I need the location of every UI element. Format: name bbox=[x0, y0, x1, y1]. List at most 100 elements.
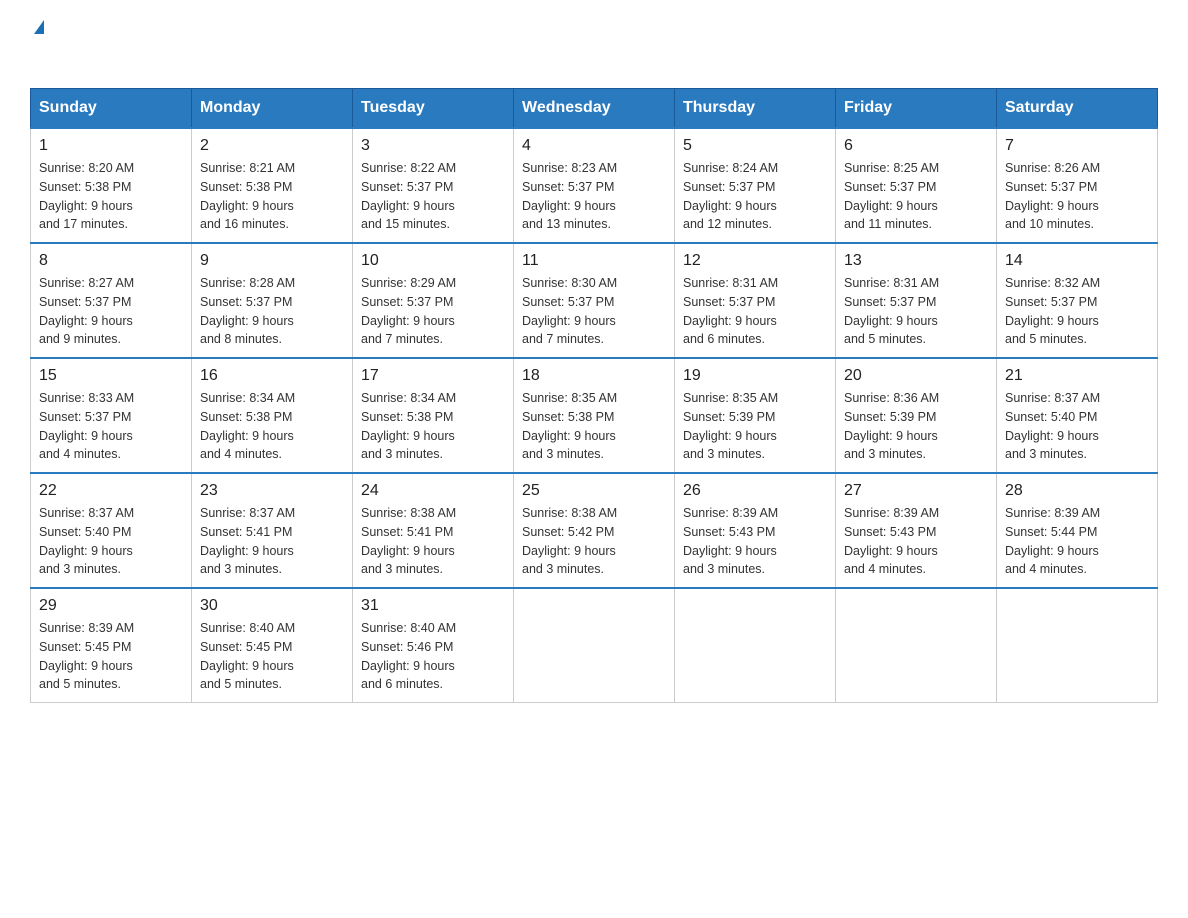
week-row-3: 15 Sunrise: 8:33 AMSunset: 5:37 PMDaylig… bbox=[31, 358, 1158, 473]
day-number: 9 bbox=[200, 252, 344, 270]
week-row-2: 8 Sunrise: 8:27 AMSunset: 5:37 PMDayligh… bbox=[31, 243, 1158, 358]
calendar-header-row: SundayMondayTuesdayWednesdayThursdayFrid… bbox=[31, 89, 1158, 129]
calendar-cell: 2 Sunrise: 8:21 AMSunset: 5:38 PMDayligh… bbox=[192, 128, 353, 243]
col-header-sunday: Sunday bbox=[31, 89, 192, 129]
col-header-wednesday: Wednesday bbox=[514, 89, 675, 129]
calendar-cell: 4 Sunrise: 8:23 AMSunset: 5:37 PMDayligh… bbox=[514, 128, 675, 243]
day-number: 10 bbox=[361, 252, 505, 270]
calendar-cell: 26 Sunrise: 8:39 AMSunset: 5:43 PMDaylig… bbox=[675, 473, 836, 588]
calendar-cell bbox=[836, 588, 997, 703]
day-number: 15 bbox=[39, 367, 183, 385]
day-number: 3 bbox=[361, 137, 505, 155]
day-info: Sunrise: 8:39 AMSunset: 5:43 PMDaylight:… bbox=[683, 506, 778, 576]
calendar-cell: 7 Sunrise: 8:26 AMSunset: 5:37 PMDayligh… bbox=[997, 128, 1158, 243]
day-number: 31 bbox=[361, 597, 505, 615]
col-header-thursday: Thursday bbox=[675, 89, 836, 129]
calendar-cell: 15 Sunrise: 8:33 AMSunset: 5:37 PMDaylig… bbox=[31, 358, 192, 473]
day-info: Sunrise: 8:29 AMSunset: 5:37 PMDaylight:… bbox=[361, 276, 456, 346]
day-number: 13 bbox=[844, 252, 988, 270]
calendar-cell: 25 Sunrise: 8:38 AMSunset: 5:42 PMDaylig… bbox=[514, 473, 675, 588]
day-number: 24 bbox=[361, 482, 505, 500]
day-info: Sunrise: 8:26 AMSunset: 5:37 PMDaylight:… bbox=[1005, 161, 1100, 231]
calendar-cell bbox=[997, 588, 1158, 703]
day-number: 11 bbox=[522, 252, 666, 270]
day-number: 7 bbox=[1005, 137, 1149, 155]
col-header-monday: Monday bbox=[192, 89, 353, 129]
day-number: 27 bbox=[844, 482, 988, 500]
logo-blue-text bbox=[30, 36, 32, 67]
day-info: Sunrise: 8:21 AMSunset: 5:38 PMDaylight:… bbox=[200, 161, 295, 231]
day-info: Sunrise: 8:38 AMSunset: 5:42 PMDaylight:… bbox=[522, 506, 617, 576]
calendar-cell bbox=[514, 588, 675, 703]
day-info: Sunrise: 8:24 AMSunset: 5:37 PMDaylight:… bbox=[683, 161, 778, 231]
day-info: Sunrise: 8:30 AMSunset: 5:37 PMDaylight:… bbox=[522, 276, 617, 346]
day-number: 12 bbox=[683, 252, 827, 270]
logo-line1 bbox=[30, 20, 44, 36]
calendar-cell: 10 Sunrise: 8:29 AMSunset: 5:37 PMDaylig… bbox=[353, 243, 514, 358]
day-number: 4 bbox=[522, 137, 666, 155]
day-info: Sunrise: 8:37 AMSunset: 5:40 PMDaylight:… bbox=[39, 506, 134, 576]
day-info: Sunrise: 8:25 AMSunset: 5:37 PMDaylight:… bbox=[844, 161, 939, 231]
day-info: Sunrise: 8:34 AMSunset: 5:38 PMDaylight:… bbox=[361, 391, 456, 461]
calendar-cell: 5 Sunrise: 8:24 AMSunset: 5:37 PMDayligh… bbox=[675, 128, 836, 243]
day-info: Sunrise: 8:35 AMSunset: 5:38 PMDaylight:… bbox=[522, 391, 617, 461]
day-info: Sunrise: 8:33 AMSunset: 5:37 PMDaylight:… bbox=[39, 391, 134, 461]
calendar-cell: 24 Sunrise: 8:38 AMSunset: 5:41 PMDaylig… bbox=[353, 473, 514, 588]
calendar-cell: 28 Sunrise: 8:39 AMSunset: 5:44 PMDaylig… bbox=[997, 473, 1158, 588]
calendar-cell: 1 Sunrise: 8:20 AMSunset: 5:38 PMDayligh… bbox=[31, 128, 192, 243]
day-number: 26 bbox=[683, 482, 827, 500]
day-info: Sunrise: 8:34 AMSunset: 5:38 PMDaylight:… bbox=[200, 391, 295, 461]
calendar-cell: 13 Sunrise: 8:31 AMSunset: 5:37 PMDaylig… bbox=[836, 243, 997, 358]
logo-triangle-icon bbox=[34, 20, 44, 34]
day-info: Sunrise: 8:28 AMSunset: 5:37 PMDaylight:… bbox=[200, 276, 295, 346]
calendar-cell: 21 Sunrise: 8:37 AMSunset: 5:40 PMDaylig… bbox=[997, 358, 1158, 473]
page-header bbox=[30, 20, 1158, 68]
day-number: 18 bbox=[522, 367, 666, 385]
calendar-cell: 8 Sunrise: 8:27 AMSunset: 5:37 PMDayligh… bbox=[31, 243, 192, 358]
calendar-cell: 12 Sunrise: 8:31 AMSunset: 5:37 PMDaylig… bbox=[675, 243, 836, 358]
calendar-cell: 6 Sunrise: 8:25 AMSunset: 5:37 PMDayligh… bbox=[836, 128, 997, 243]
day-info: Sunrise: 8:40 AMSunset: 5:46 PMDaylight:… bbox=[361, 621, 456, 691]
day-number: 28 bbox=[1005, 482, 1149, 500]
calendar-cell: 9 Sunrise: 8:28 AMSunset: 5:37 PMDayligh… bbox=[192, 243, 353, 358]
calendar-cell: 18 Sunrise: 8:35 AMSunset: 5:38 PMDaylig… bbox=[514, 358, 675, 473]
day-number: 17 bbox=[361, 367, 505, 385]
day-info: Sunrise: 8:23 AMSunset: 5:37 PMDaylight:… bbox=[522, 161, 617, 231]
col-header-friday: Friday bbox=[836, 89, 997, 129]
day-info: Sunrise: 8:37 AMSunset: 5:41 PMDaylight:… bbox=[200, 506, 295, 576]
calendar-cell: 23 Sunrise: 8:37 AMSunset: 5:41 PMDaylig… bbox=[192, 473, 353, 588]
calendar-cell: 19 Sunrise: 8:35 AMSunset: 5:39 PMDaylig… bbox=[675, 358, 836, 473]
week-row-5: 29 Sunrise: 8:39 AMSunset: 5:45 PMDaylig… bbox=[31, 588, 1158, 703]
day-info: Sunrise: 8:20 AMSunset: 5:38 PMDaylight:… bbox=[39, 161, 134, 231]
calendar-cell: 20 Sunrise: 8:36 AMSunset: 5:39 PMDaylig… bbox=[836, 358, 997, 473]
calendar-cell: 31 Sunrise: 8:40 AMSunset: 5:46 PMDaylig… bbox=[353, 588, 514, 703]
calendar-cell: 30 Sunrise: 8:40 AMSunset: 5:45 PMDaylig… bbox=[192, 588, 353, 703]
day-number: 29 bbox=[39, 597, 183, 615]
day-info: Sunrise: 8:32 AMSunset: 5:37 PMDaylight:… bbox=[1005, 276, 1100, 346]
day-info: Sunrise: 8:40 AMSunset: 5:45 PMDaylight:… bbox=[200, 621, 295, 691]
day-info: Sunrise: 8:37 AMSunset: 5:40 PMDaylight:… bbox=[1005, 391, 1100, 461]
day-number: 8 bbox=[39, 252, 183, 270]
day-info: Sunrise: 8:22 AMSunset: 5:37 PMDaylight:… bbox=[361, 161, 456, 231]
calendar-table: SundayMondayTuesdayWednesdayThursdayFrid… bbox=[30, 88, 1158, 703]
day-info: Sunrise: 8:38 AMSunset: 5:41 PMDaylight:… bbox=[361, 506, 456, 576]
day-info: Sunrise: 8:31 AMSunset: 5:37 PMDaylight:… bbox=[844, 276, 939, 346]
week-row-1: 1 Sunrise: 8:20 AMSunset: 5:38 PMDayligh… bbox=[31, 128, 1158, 243]
calendar-cell: 14 Sunrise: 8:32 AMSunset: 5:37 PMDaylig… bbox=[997, 243, 1158, 358]
logo-line2 bbox=[30, 36, 32, 68]
calendar-cell: 3 Sunrise: 8:22 AMSunset: 5:37 PMDayligh… bbox=[353, 128, 514, 243]
logo bbox=[30, 20, 44, 68]
calendar-cell: 27 Sunrise: 8:39 AMSunset: 5:43 PMDaylig… bbox=[836, 473, 997, 588]
day-info: Sunrise: 8:36 AMSunset: 5:39 PMDaylight:… bbox=[844, 391, 939, 461]
day-number: 23 bbox=[200, 482, 344, 500]
day-info: Sunrise: 8:35 AMSunset: 5:39 PMDaylight:… bbox=[683, 391, 778, 461]
day-info: Sunrise: 8:39 AMSunset: 5:43 PMDaylight:… bbox=[844, 506, 939, 576]
day-number: 5 bbox=[683, 137, 827, 155]
day-number: 14 bbox=[1005, 252, 1149, 270]
day-number: 30 bbox=[200, 597, 344, 615]
day-number: 20 bbox=[844, 367, 988, 385]
day-number: 1 bbox=[39, 137, 183, 155]
day-info: Sunrise: 8:31 AMSunset: 5:37 PMDaylight:… bbox=[683, 276, 778, 346]
day-number: 25 bbox=[522, 482, 666, 500]
calendar-cell: 11 Sunrise: 8:30 AMSunset: 5:37 PMDaylig… bbox=[514, 243, 675, 358]
